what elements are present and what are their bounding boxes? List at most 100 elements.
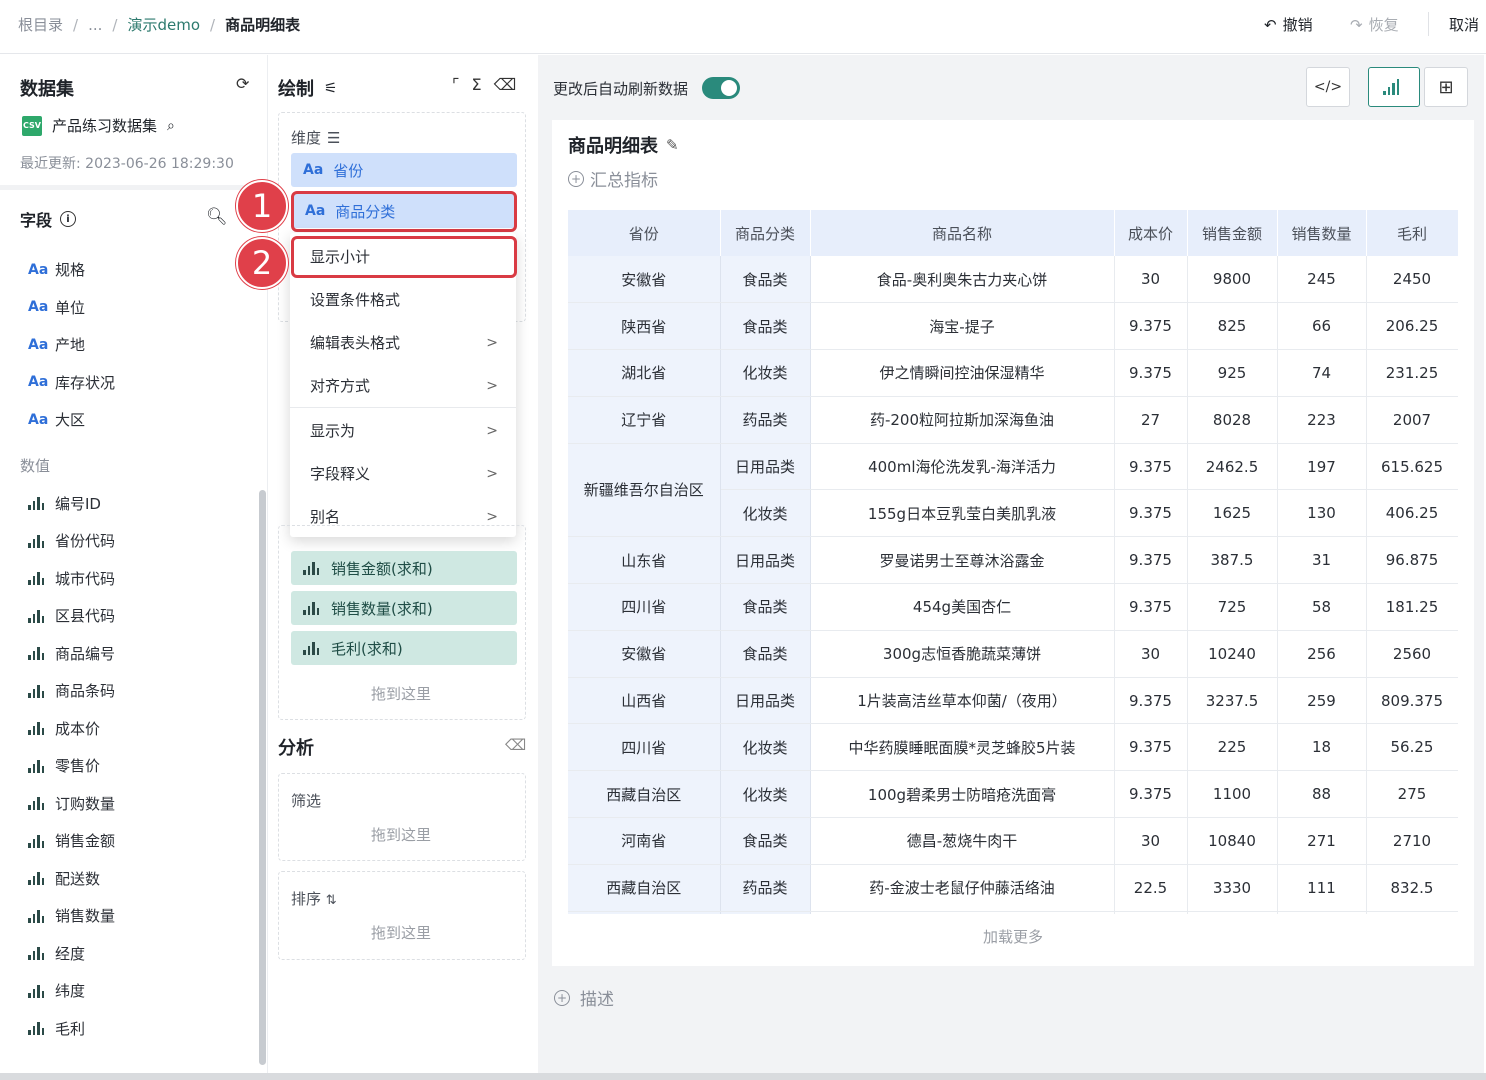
breadcrumb-separator: /: [210, 15, 216, 34]
field-item[interactable]: 商品编号: [28, 635, 248, 673]
auto-refresh-toggle[interactable]: [702, 77, 741, 99]
field-item[interactable]: Aa 产地: [28, 326, 248, 364]
column-header[interactable]: 销售金额: [1187, 210, 1278, 256]
field-item[interactable]: 纬度: [28, 972, 248, 1010]
table-cell: 食品-奥利奥朱古力夹心饼: [810, 256, 1115, 304]
scrollbar[interactable]: [259, 490, 266, 1065]
describe-button[interactable]: + 描述: [554, 985, 614, 1010]
table-cell: 18: [1277, 723, 1367, 772]
dimension-chip-province[interactable]: Aa 省份: [291, 153, 517, 187]
sort-dropzone[interactable]: 排序 ⇅ 拖到这里: [278, 871, 526, 960]
breadcrumb-ellipsis[interactable]: ...: [88, 16, 102, 34]
drop-hint: 拖到这里: [371, 826, 432, 844]
preview-icon[interactable]: ⌕: [167, 118, 175, 134]
text-type-icon: Aa: [28, 261, 49, 278]
dataset-title: 数据集: [20, 79, 74, 100]
field-item[interactable]: Aa 大区: [28, 401, 248, 439]
table-cell: 罗曼诺男士至尊沐浴露金: [810, 536, 1115, 585]
table-cell: 9.375: [1114, 489, 1188, 538]
menu-item-header-format[interactable]: 编辑表头格式 >: [290, 321, 516, 364]
chart-card: 商品明细表 ✎ + 汇总指标 省份 商品分类 商品名称 成本价 销售金额 销售数量 毛利 安…: [552, 120, 1474, 966]
field-item[interactable]: 销售数量: [28, 897, 248, 935]
bar-chart-icon: [28, 834, 46, 848]
table-view-button[interactable]: ⊞: [1424, 67, 1468, 107]
column-header[interactable]: 商品名称: [810, 210, 1115, 256]
field-item[interactable]: Aa 规格: [28, 251, 248, 289]
column-header[interactable]: 商品分类: [720, 210, 811, 256]
table-cell: 74: [1277, 349, 1367, 397]
menu-item-display-as[interactable]: 显示为 >: [290, 409, 516, 452]
menu-item-conditional-format[interactable]: 设置条件格式: [290, 278, 516, 321]
column-header[interactable]: 毛利: [1366, 210, 1458, 256]
field-item[interactable]: Aa 库存状况: [28, 364, 248, 402]
undo-label: 撤销: [1282, 16, 1313, 34]
highlight-box-subtotal: [291, 236, 517, 278]
field-item[interactable]: 区县代码: [28, 597, 248, 635]
table-cell: 2007: [1366, 396, 1458, 444]
column-header[interactable]: 成本价: [1114, 210, 1188, 256]
text-type-icon: Aa: [303, 162, 324, 178]
sort-az-icon[interactable]: ⇅: [326, 893, 337, 908]
text-type-icon: Aa: [28, 411, 49, 428]
step-marker-2: 2: [236, 237, 288, 289]
corner-icon[interactable]: ⌜: [452, 75, 460, 94]
menu-item-field-definition[interactable]: 字段释义 >: [290, 452, 516, 495]
value-chip-sales-qty[interactable]: 销售数量(求和): [291, 591, 517, 625]
table-cell: 1625: [1187, 489, 1278, 538]
field-item[interactable]: Aa 单位: [28, 289, 248, 327]
filter-dropzone[interactable]: 筛选 拖到这里: [278, 773, 526, 861]
table-cell: [568, 911, 721, 914]
table-cell: 10840: [1187, 817, 1278, 865]
field-item[interactable]: 经度: [28, 935, 248, 973]
detail-table: 省份 商品分类 商品名称 成本价 销售金额 销售数量 毛利 安徽省 食品类 食品-奥利奥朱古力夹…: [568, 210, 1458, 914]
column-header[interactable]: 省份: [568, 210, 721, 256]
sigma-icon[interactable]: Σ: [472, 75, 482, 94]
info-icon[interactable]: i: [60, 211, 77, 227]
field-item[interactable]: 零售价: [28, 747, 248, 785]
cancel-button[interactable]: 取消: [1449, 14, 1479, 35]
redo-button[interactable]: ↷ 恢复: [1350, 14, 1399, 35]
eraser-icon[interactable]: ⌫: [505, 736, 526, 754]
field-item[interactable]: 省份代码: [28, 522, 248, 560]
field-item[interactable]: 毛利: [28, 1010, 248, 1048]
search-icon[interactable]: 🔍︎: [206, 207, 228, 227]
field-item[interactable]: 成本价: [28, 710, 248, 748]
field-item[interactable]: 销售金额: [28, 822, 248, 860]
switch-dataset-icon[interactable]: ⟳: [236, 74, 249, 93]
table-cell: 88: [1277, 770, 1367, 819]
table-cell: [720, 911, 811, 914]
list-icon[interactable]: ☰: [327, 129, 340, 147]
plus-circle-icon: +: [568, 170, 584, 187]
field-item[interactable]: 城市代码: [28, 560, 248, 598]
table-cell: 陕西省: [568, 302, 721, 351]
bottom-scrollbar[interactable]: [0, 1073, 1486, 1080]
undo-button[interactable]: ↶ 撤销: [1264, 14, 1313, 35]
table-cell: 27: [1114, 396, 1188, 444]
table-cell: 食品类: [720, 630, 811, 678]
value-chip-sales-amount[interactable]: 销售金额(求和): [291, 551, 517, 585]
field-item[interactable]: 配送数: [28, 860, 248, 898]
breadcrumb-root[interactable]: 根目录: [18, 14, 63, 35]
menu-item-alignment[interactable]: 对齐方式 >: [290, 364, 516, 407]
field-item[interactable]: 订购数量: [28, 785, 248, 823]
dataset-name: 产品练习数据集: [52, 117, 158, 135]
dataset-row[interactable]: CSV 产品练习数据集 ⌕: [22, 115, 175, 136]
table-cell: 259: [1277, 677, 1367, 725]
bar-chart-icon: [28, 496, 46, 511]
field-item[interactable]: 商品条码: [28, 672, 248, 710]
edit-icon[interactable]: ✎: [666, 136, 679, 154]
settings-sliders-icon[interactable]: ⚟: [324, 79, 337, 97]
code-view-button[interactable]: </>: [1306, 67, 1350, 107]
load-more-link[interactable]: 加载更多: [552, 926, 1474, 947]
field-item[interactable]: 编号ID: [28, 485, 248, 523]
breadcrumb-folder[interactable]: 演示demo: [127, 14, 200, 35]
eraser-icon[interactable]: ⌫: [494, 75, 517, 94]
chart-view-button[interactable]: [1368, 67, 1420, 107]
table-cell: 10240: [1187, 630, 1278, 678]
summary-metrics-button[interactable]: + 汇总指标: [568, 166, 658, 191]
column-header[interactable]: 销售数量: [1277, 210, 1367, 256]
sort-label: 排序: [291, 890, 322, 908]
table-cell: 德昌-葱烧牛肉干: [810, 817, 1115, 865]
table-cell: 9.375: [1114, 770, 1188, 819]
value-chip-profit[interactable]: 毛利(求和): [291, 631, 517, 665]
